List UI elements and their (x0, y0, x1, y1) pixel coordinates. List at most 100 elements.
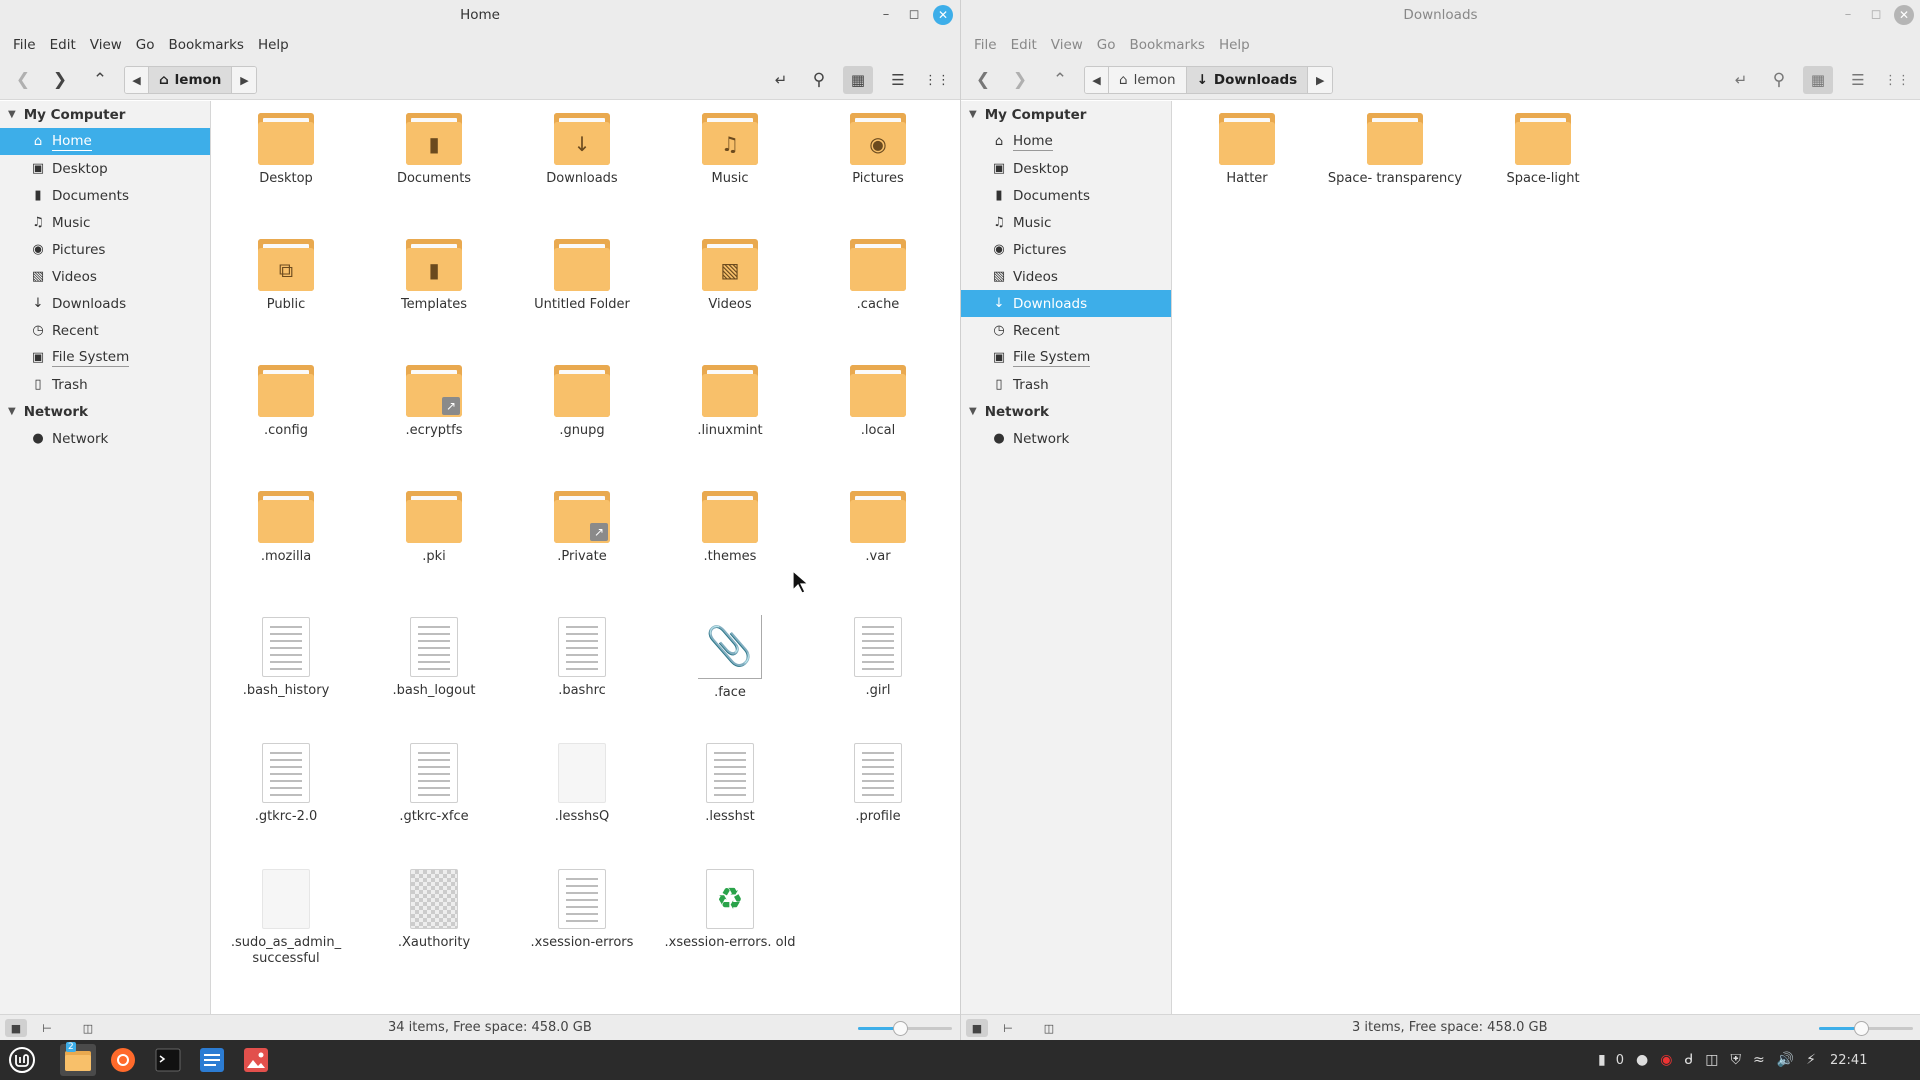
maximize-button[interactable]: ◻ (904, 5, 924, 25)
breadcrumb-left-arrow-icon[interactable]: ◀ (125, 67, 149, 93)
sidebar-item-pictures[interactable]: ◉ Pictures (0, 236, 210, 263)
close-button[interactable]: ✕ (1894, 5, 1914, 25)
show-places-icon[interactable]: ■ (966, 1019, 988, 1037)
sidebar-item-music[interactable]: ♫ Music (961, 209, 1171, 236)
folder-item[interactable]: Space-light (1469, 113, 1617, 239)
sidebar-item-downloads[interactable]: ↓ Downloads (0, 290, 210, 317)
sidebar-item-videos[interactable]: ▧ Videos (961, 263, 1171, 290)
breadcrumb-item-downloads[interactable]: ↓ Downloads (1186, 67, 1309, 93)
zoom-slider[interactable] (858, 1021, 952, 1036)
menu-help[interactable]: Help (1212, 37, 1257, 53)
clipboard-icon[interactable]: ◫ (1705, 1052, 1718, 1068)
taskbar-firefox-icon[interactable] (105, 1044, 141, 1076)
menu-file[interactable]: File (967, 37, 1004, 53)
menu-edit[interactable]: Edit (43, 37, 83, 53)
toggle-location-icon[interactable]: ↵ (1726, 66, 1756, 94)
breadcrumb-right-arrow-icon[interactable]: ▶ (1308, 67, 1333, 93)
sidebar-header-network[interactable]: ▼ Network (961, 398, 1171, 425)
folder-item[interactable]: Untitled Folder (508, 239, 656, 365)
clock[interactable]: 22:41 (1830, 1053, 1867, 1068)
file-item[interactable]: .bash_history (212, 617, 360, 743)
folder-item[interactable]: .gnupg (508, 365, 656, 491)
folder-item[interactable]: ▮ Documents (360, 113, 508, 239)
sidebar-item-trash[interactable]: ▯ Trash (961, 371, 1171, 398)
folder-item[interactable]: Hatter (1173, 113, 1321, 239)
shield-icon[interactable]: ⛨ (1730, 1052, 1741, 1068)
menu-view[interactable]: View (83, 37, 129, 53)
folder-item[interactable]: ⧉ Public (212, 239, 360, 365)
taskbar-image-viewer-icon[interactable] (238, 1044, 274, 1076)
folder-item[interactable]: Space- transparency (1321, 113, 1469, 239)
sidebar-item-home[interactable]: ⌂ Home (0, 128, 210, 155)
file-item[interactable]: .xsession-errors (508, 869, 656, 995)
sidebar-item-recent[interactable]: ◷ Recent (961, 317, 1171, 344)
file-item[interactable]: 📎 .face (656, 615, 804, 743)
sidebar-item-trash[interactable]: ▯ Trash (0, 371, 210, 398)
zoom-slider-knob[interactable] (893, 1021, 909, 1036)
sidebar-item-file-system[interactable]: ▣ File System (0, 344, 210, 371)
back-icon[interactable]: ❮ (8, 66, 38, 94)
user-icon[interactable]: ● (1636, 1052, 1648, 1068)
show-tree-icon[interactable]: ⊢ (36, 1019, 58, 1037)
file-item[interactable]: .gtkrc-2.0 (212, 743, 360, 869)
minimize-button[interactable]: – (1838, 5, 1858, 25)
sidebar-item-desktop[interactable]: ▣ Desktop (0, 155, 210, 182)
folder-item[interactable]: .mozilla (212, 491, 360, 617)
show-tree-icon[interactable]: ⊢ (997, 1019, 1019, 1037)
bluetooth-icon[interactable]: ᑯ (1684, 1052, 1693, 1068)
sidebar-item-downloads[interactable]: ↓ Downloads (961, 290, 1171, 317)
show-places-icon[interactable]: ■ (5, 1019, 27, 1037)
sidebar-item-home[interactable]: ⌂ Home (961, 128, 1171, 155)
hide-sidebar-icon[interactable]: ◫ (1038, 1019, 1060, 1037)
taskbar-terminal-icon[interactable] (150, 1044, 186, 1076)
breadcrumb-item-lemon[interactable]: ⌂ lemon (149, 67, 233, 93)
forward-icon[interactable]: ❯ (1005, 66, 1035, 94)
notification-count[interactable]: 0 (1616, 1053, 1624, 1068)
folder-item[interactable]: ↓ Downloads (508, 113, 656, 239)
sidebar-item-pictures[interactable]: ◉ Pictures (961, 236, 1171, 263)
file-item[interactable]: .Xauthority (360, 869, 508, 995)
sidebar-item-network[interactable]: ● Network (961, 425, 1171, 452)
sidebar-item-documents[interactable]: ▮ Documents (0, 182, 210, 209)
up-icon[interactable]: ⌃ (85, 66, 115, 94)
sidebar-header-my-computer[interactable]: ▼ My Computer (0, 101, 210, 128)
file-view[interactable]: Desktop ▮ Documents ↓ Downloads ♫ Music ◉ Pictur… (212, 101, 960, 1014)
file-item[interactable]: .profile (804, 743, 952, 869)
hide-sidebar-icon[interactable]: ◫ (77, 1019, 99, 1037)
menu-bookmarks[interactable]: Bookmarks (1123, 37, 1212, 53)
back-icon[interactable]: ❮ (968, 66, 998, 94)
taskbar-text-editor-icon[interactable] (194, 1044, 230, 1076)
folder-item[interactable]: ↗ .ecryptfs (360, 365, 508, 491)
close-button[interactable]: ✕ (933, 5, 953, 25)
minimize-button[interactable]: – (876, 5, 896, 25)
folder-item[interactable]: ♫ Music (656, 113, 804, 239)
sidebar-item-network[interactable]: ● Network (0, 425, 210, 452)
sidebar-item-file-system[interactable]: ▣ File System (961, 344, 1171, 371)
folder-item[interactable]: .themes (656, 491, 804, 617)
file-item[interactable]: ♻ .xsession-errors. old (656, 869, 804, 995)
compact-view-icon[interactable]: ⋮⋮ (922, 66, 952, 94)
folder-item[interactable]: Desktop (212, 113, 360, 239)
up-icon[interactable]: ⌃ (1045, 66, 1075, 94)
sidebar-item-recent[interactable]: ◷ Recent (0, 317, 210, 344)
clipboard-indicator-icon[interactable]: ▮ (1598, 1052, 1606, 1068)
menu-edit[interactable]: Edit (1004, 37, 1044, 53)
forward-icon[interactable]: ❯ (45, 66, 75, 94)
menu-go[interactable]: Go (1090, 37, 1123, 53)
folder-item[interactable]: .linuxmint (656, 365, 804, 491)
list-view-icon[interactable]: ☰ (1843, 66, 1873, 94)
breadcrumb-item-lemon[interactable]: ⌂ lemon (1109, 67, 1187, 93)
folder-item[interactable]: ▧ Videos (656, 239, 804, 365)
file-item[interactable]: .bashrc (508, 617, 656, 743)
search-icon[interactable]: ⚲ (804, 66, 834, 94)
icon-view-icon[interactable]: ▦ (1803, 66, 1833, 94)
sidebar-item-documents[interactable]: ▮ Documents (961, 182, 1171, 209)
folder-item[interactable]: .config (212, 365, 360, 491)
folder-item[interactable]: ▮ Templates (360, 239, 508, 365)
compact-view-icon[interactable]: ⋮⋮ (1882, 66, 1912, 94)
breadcrumb-left-arrow-icon[interactable]: ◀ (1085, 67, 1109, 93)
folder-item[interactable]: ↗ .Private (508, 491, 656, 617)
folder-item[interactable]: .var (804, 491, 952, 617)
folder-item[interactable]: .cache (804, 239, 952, 365)
taskbar-files-icon[interactable]: 2 (60, 1042, 96, 1076)
